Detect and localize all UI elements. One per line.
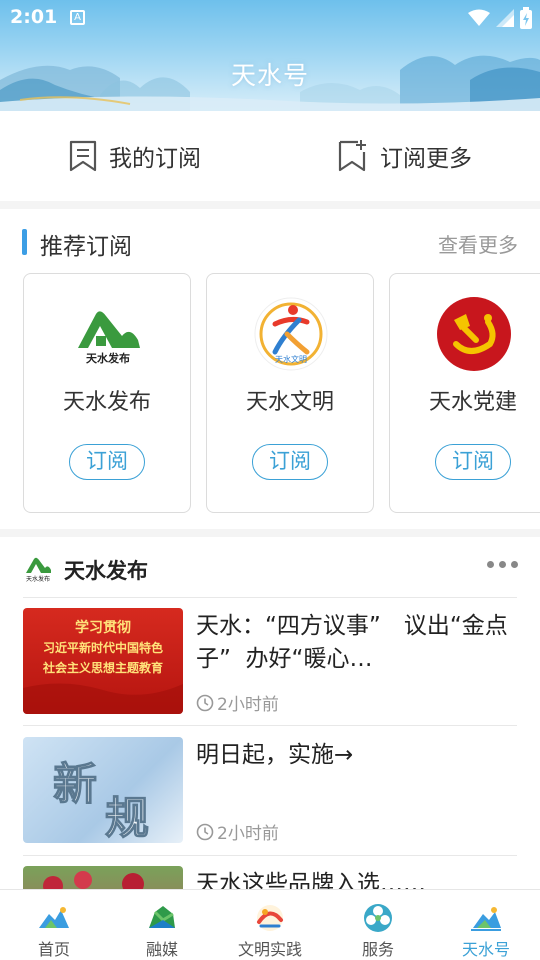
nav-label: 天水号 <box>461 940 510 959</box>
feed-source-name: 天水发布 <box>64 559 148 583</box>
news-thumbnail: 学习贯彻 习近平新时代中国特色 社会主义思想主题教育 <box>23 608 183 714</box>
svg-text:天水发布: 天水发布 <box>86 351 130 365</box>
news-title: 天水：“四方议事” 议出“金点子” 办好“暖心… <box>196 613 508 672</box>
bookmark-list-icon <box>69 140 97 172</box>
svg-text:学习贯彻: 学习贯彻 <box>75 619 131 636</box>
status-bar: 2:01 A <box>0 0 540 36</box>
signal-icon <box>496 9 514 27</box>
subscribe-more-button[interactable]: 订阅更多 <box>270 111 540 201</box>
bottom-navigation: 首页 融媒 文明实践 服务 天水号 <box>0 889 540 960</box>
recommended-section: 推荐订阅 查看更多 天水发布 天水发布 订阅 天水文明 天水文明 订阅 天水党建… <box>0 209 540 529</box>
channel-name: 天水党建 <box>428 390 517 415</box>
services-icon <box>364 904 392 932</box>
status-time: 2:01 <box>10 6 58 28</box>
notification-icon: A <box>70 10 85 25</box>
clock-icon <box>196 694 214 711</box>
subscribe-more-label: 订阅更多 <box>380 146 472 172</box>
news-feed: 天水发布 天水发布 学习贯彻 习近平新时代中国特色 社会主义思想主题教育 天水：… <box>0 537 540 889</box>
page-title: 天水号 <box>230 61 309 90</box>
channel-card-tianshui-dangjian[interactable]: 天水党建 订阅 <box>389 273 540 513</box>
party-emblem-logo <box>437 297 511 371</box>
nav-label: 融媒 <box>145 940 178 959</box>
news-thumbnail <box>23 866 183 889</box>
civilization-practice-icon <box>257 905 283 931</box>
svg-text:天水发布: 天水发布 <box>26 575 50 583</box>
home-icon <box>39 907 69 928</box>
my-subscriptions-button[interactable]: 我的订阅 <box>0 111 270 201</box>
view-more-link[interactable]: 查看更多 <box>438 229 518 258</box>
channel-name: 天水发布 <box>62 390 151 415</box>
my-subscriptions-label: 我的订阅 <box>109 146 201 172</box>
channel-card-tianshui-wenming[interactable]: 天水文明 天水文明 订阅 <box>206 273 374 513</box>
section-accent-bar <box>22 229 27 255</box>
subscription-bar: 我的订阅 订阅更多 <box>0 111 540 201</box>
nav-services[interactable]: 服务 <box>324 890 432 960</box>
more-options-icon[interactable] <box>487 561 518 568</box>
svg-text:天水文明: 天水文明 <box>275 354 307 364</box>
battery-icon <box>520 7 532 29</box>
news-time: 2小时前 <box>217 695 279 715</box>
channel-card-tianshui-fabu[interactable]: 天水发布 天水发布 订阅 <box>23 273 191 513</box>
svg-text:社会主义思想主题教育: 社会主义思想主题教育 <box>42 660 163 675</box>
nav-civilization-practice[interactable]: 文明实践 <box>216 890 324 960</box>
media-icon <box>149 906 175 928</box>
news-meta: 2小时前 <box>196 690 279 715</box>
nav-home[interactable]: 首页 <box>0 890 108 960</box>
section-title: 推荐订阅 <box>40 234 132 260</box>
feed-source-header[interactable]: 天水发布 天水发布 <box>0 549 540 589</box>
subscribe-button[interactable]: 订阅 <box>435 444 511 480</box>
news-item[interactable]: 天水这些品牌入选…… <box>23 866 517 889</box>
svg-text:习近平新时代中国特色: 习近平新时代中国特色 <box>43 640 163 655</box>
news-time: 2小时前 <box>217 824 279 844</box>
divider <box>23 597 517 598</box>
news-item[interactable]: 新 规 明日起，实施→ 2小时前 <box>23 737 517 847</box>
news-title: 明日起，实施→ <box>196 742 354 768</box>
subscribe-button[interactable]: 订阅 <box>69 444 145 480</box>
tianshui-fabu-logo: 天水发布 <box>78 311 140 365</box>
tianshui-hao-icon <box>471 907 501 931</box>
header-banner: 2:01 A 天水号 <box>0 0 540 111</box>
svg-text:新: 新 <box>53 759 97 810</box>
news-meta: 2小时前 <box>196 819 279 844</box>
channel-name: 天水文明 <box>245 390 334 415</box>
subscribe-button[interactable]: 订阅 <box>252 444 328 480</box>
bookmark-add-icon <box>338 140 366 172</box>
nav-label: 文明实践 <box>237 940 302 959</box>
news-thumbnail: 新 规 <box>23 737 183 843</box>
nav-tianshui-hao[interactable]: 天水号 <box>432 890 540 960</box>
nav-label: 首页 <box>37 940 70 959</box>
clock-icon <box>196 823 214 840</box>
tianshui-wenming-logo: 天水文明 <box>254 297 328 371</box>
tianshui-fabu-source-logo: 天水发布 <box>26 557 51 583</box>
wifi-icon <box>468 9 490 26</box>
divider <box>23 855 517 856</box>
nav-media[interactable]: 融媒 <box>108 890 216 960</box>
nav-label: 服务 <box>361 940 394 959</box>
divider <box>23 725 517 726</box>
news-item[interactable]: 学习贯彻 习近平新时代中国特色 社会主义思想主题教育 天水：“四方议事” 议出“… <box>23 608 517 718</box>
news-title: 天水这些品牌入选…… <box>196 871 426 889</box>
svg-text:规: 规 <box>105 793 149 843</box>
